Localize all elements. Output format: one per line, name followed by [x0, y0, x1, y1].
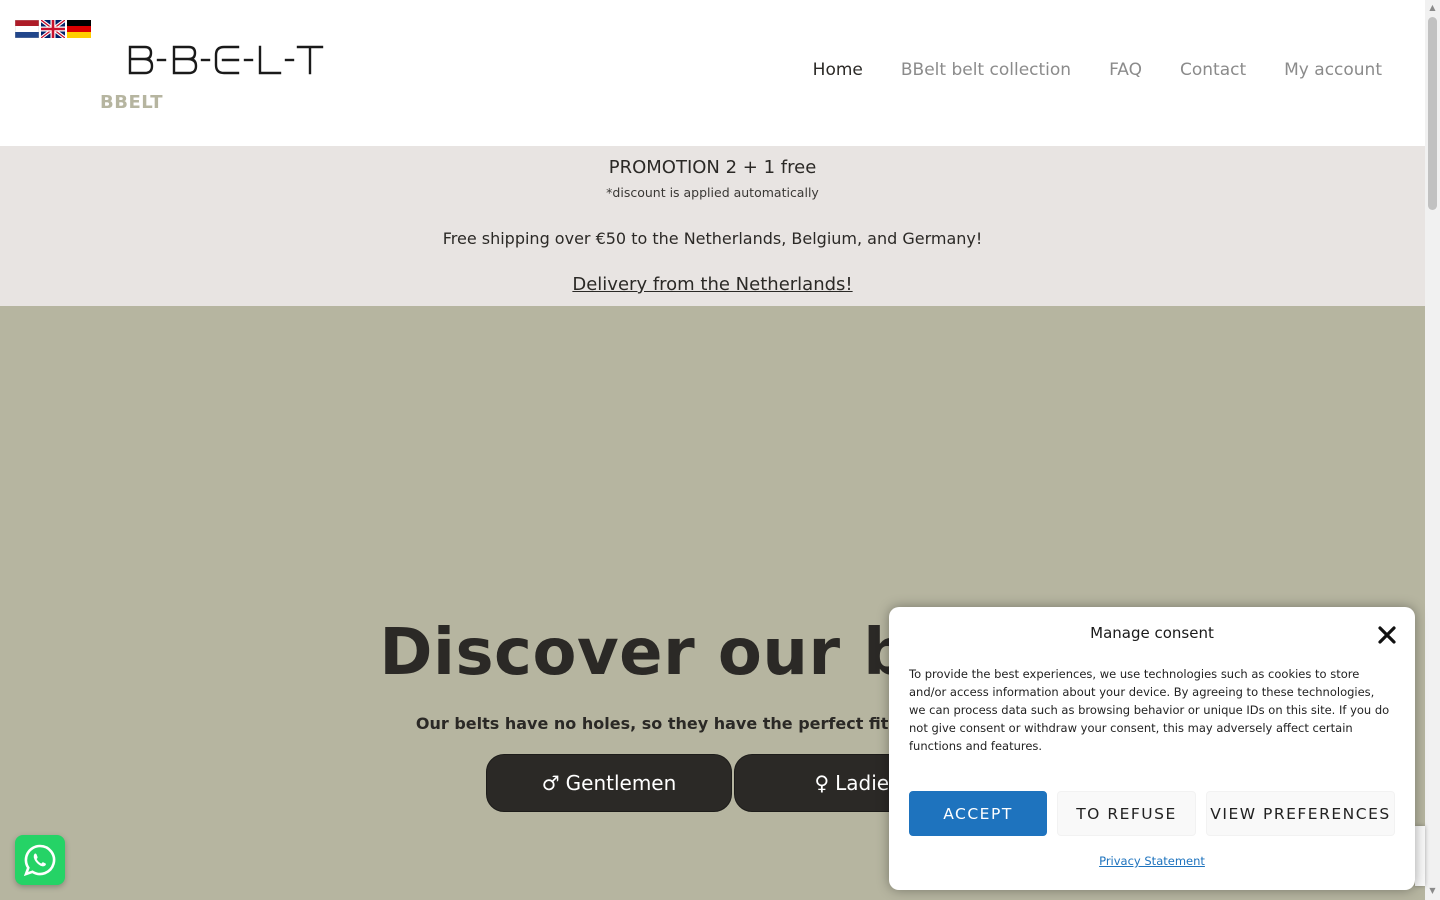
close-icon[interactable]: [1377, 625, 1397, 645]
site-header: BBELT Home BBelt belt collection FAQ Con…: [0, 0, 1425, 146]
delivery-link[interactable]: Delivery from the Netherlands!: [572, 274, 852, 295]
cookie-consent-dialog: Manage consent To provide the best exper…: [889, 607, 1415, 890]
privacy-statement-link[interactable]: Privacy Statement: [1099, 854, 1205, 868]
site-logo[interactable]: [128, 44, 324, 76]
refuse-button[interactable]: TO REFUSE: [1057, 791, 1196, 836]
consent-description: To provide the best experiences, we use …: [909, 667, 1390, 753]
delivery-text: Delivery from the Netherlands!: [0, 274, 1425, 295]
consent-buttons: ACCEPT TO REFUSE VIEW PREFERENCES: [909, 791, 1395, 836]
privacy-statement: Privacy Statement: [889, 854, 1415, 868]
promo-title: PROMOTION 2 + 1 free: [608, 157, 817, 178]
whatsapp-button[interactable]: [15, 835, 65, 885]
promo-banner: PROMOTION 2 + 1 free *discount is applie…: [0, 146, 1425, 306]
nav-item-belt-collection[interactable]: BBelt belt collection: [901, 60, 1071, 80]
gentlemen-button[interactable]: ♂ Gentlemen: [486, 754, 732, 812]
nav-item-my-account[interactable]: My account: [1284, 60, 1382, 80]
site-name[interactable]: BBELT: [100, 92, 163, 113]
page-scrollbar[interactable]: ▲ ▼: [1425, 0, 1440, 900]
scroll-thumb[interactable]: [1428, 17, 1437, 210]
language-switcher: [15, 20, 91, 38]
whatsapp-icon: [23, 844, 56, 877]
recaptcha-badge[interactable]: [1415, 826, 1425, 886]
nav-item-faq[interactable]: FAQ: [1109, 60, 1142, 80]
accept-button[interactable]: ACCEPT: [909, 791, 1047, 836]
view-preferences-button[interactable]: VIEW PREFERENCES: [1206, 791, 1395, 836]
scroll-up-arrow-icon[interactable]: ▲: [1428, 3, 1437, 12]
main-nav: Home BBelt belt collection FAQ Contact M…: [813, 60, 1382, 80]
male-symbol-icon: ♂: [541, 771, 560, 795]
female-symbol-icon: ♀: [814, 771, 830, 795]
nav-item-contact[interactable]: Contact: [1180, 60, 1246, 80]
free-shipping-text: Free shipping over €50 to the Netherland…: [442, 229, 983, 248]
gentlemen-button-label: Gentlemen: [565, 771, 677, 795]
uk-flag-icon[interactable]: [41, 20, 65, 38]
scroll-down-arrow-icon[interactable]: ▼: [1428, 886, 1437, 895]
consent-title: Manage consent: [1090, 624, 1214, 642]
german-flag-icon[interactable]: [67, 20, 91, 38]
dutch-flag-icon[interactable]: [15, 20, 39, 38]
promo-note: *discount is applied automatically: [606, 185, 819, 200]
nav-item-home[interactable]: Home: [813, 60, 863, 80]
